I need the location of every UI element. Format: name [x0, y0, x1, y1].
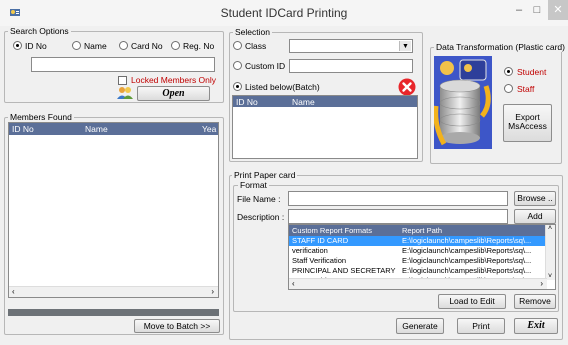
minimize-button[interactable]: –	[510, 0, 528, 20]
scroll-down-icon[interactable]: ˅	[548, 273, 552, 280]
scroll-up-icon[interactable]: ˄	[548, 225, 552, 232]
report-row[interactable]: STAFF ID CARD E:\logiclaunch\campeslib\Re…	[289, 236, 547, 246]
search-label-card-no: Card No	[131, 41, 163, 51]
members-found-legend: Members Found	[8, 112, 74, 122]
window-title: Student IDCard Printing	[220, 6, 348, 20]
delete-batch-icon[interactable]	[398, 78, 416, 96]
format-legend: Format	[238, 180, 269, 190]
report-path: E:\logiclaunch\campeslib\Reports\sq\...	[402, 246, 532, 255]
search-radio-name[interactable]	[72, 41, 81, 50]
report-format-name: PRINCIPAL AND SECRETARY	[292, 266, 396, 275]
chevron-down-icon[interactable]: ▼	[399, 41, 411, 51]
batch-list[interactable]: ID No Name	[232, 95, 418, 159]
report-row[interactable]: verification E:\logiclaunch\campeslib\Rep…	[289, 246, 547, 256]
members-col-name: Name	[85, 124, 108, 134]
selection-radio-class[interactable]	[233, 41, 242, 50]
print-paper-card-legend: Print Paper card	[232, 170, 298, 180]
search-radio-id-no[interactable]	[13, 41, 22, 50]
report-scroll-right-icon[interactable]: ›	[540, 279, 543, 288]
report-table-header: Custom Report Formats Report Path	[289, 225, 547, 236]
print-button[interactable]: Print	[457, 318, 505, 334]
report-path: E:\logiclaunch\campeslib\Reports\sq\...	[402, 236, 532, 245]
remove-button[interactable]: Remove	[514, 294, 556, 309]
report-col-format: Custom Report Formats	[292, 226, 373, 235]
search-radio-card-no[interactable]	[119, 41, 128, 50]
open-button[interactable]: Open	[137, 86, 210, 101]
report-path: E:\logiclaunch\campeslib\Reports\sq\...	[402, 266, 532, 275]
search-label-name: Name	[84, 41, 107, 51]
members-status-strip	[8, 309, 219, 316]
close-button[interactable]: ✕	[548, 0, 568, 20]
search-radio-reg-no[interactable]	[171, 41, 180, 50]
report-format-name: Staff Verification	[292, 256, 347, 265]
batch-col-name: Name	[292, 97, 315, 107]
scroll-left-icon[interactable]: ‹	[12, 287, 15, 296]
batch-col-id-no: ID No	[236, 97, 258, 107]
locked-members-checkbox[interactable]	[118, 76, 127, 85]
maximize-button[interactable]: □	[528, 0, 546, 20]
members-list[interactable]: ID No Name Yea ‹ ›	[8, 122, 219, 298]
report-format-name: verification	[292, 246, 328, 255]
database-transfer-icon	[434, 56, 492, 149]
search-input[interactable]	[31, 57, 215, 72]
report-path: E:\logiclaunch\campeslib\Reports\sq\...	[402, 256, 532, 265]
file-name-label: File Name :	[237, 194, 281, 204]
transform-radio-student[interactable]	[504, 67, 513, 76]
selection-legend: Selection	[233, 27, 272, 37]
report-col-path: Report Path	[402, 226, 443, 235]
transform-radio-staff[interactable]	[504, 84, 513, 93]
selection-label-custom-id: Custom ID	[245, 61, 286, 71]
export-label-line2: MsAccess	[508, 121, 547, 131]
data-transformation-legend: Data Transformation (Plastic card)	[434, 42, 567, 52]
search-label-id-no: ID No	[25, 41, 47, 51]
idcard-window: Student IDCard Printing – □ ✕ Search Opt…	[0, 0, 568, 345]
search-options-legend: Search Options	[8, 26, 71, 36]
report-scroll-left-icon[interactable]: ‹	[292, 279, 295, 288]
move-to-batch-button[interactable]: Move to Batch >>	[134, 319, 220, 333]
report-rows: STAFF ID CARD E:\logiclaunch\campeslib\Re…	[289, 236, 547, 279]
report-formats-table[interactable]: Custom Report Formats Report Path STAFF …	[288, 224, 556, 290]
transform-label-staff: Staff	[517, 84, 535, 94]
locked-members-label: Locked Members Only	[131, 75, 217, 85]
browse-button[interactable]: Browse ..	[514, 191, 556, 206]
scroll-right-icon[interactable]: ›	[211, 287, 214, 296]
title-bar: Student IDCard Printing – □ ✕	[0, 0, 568, 26]
export-msaccess-button[interactable]: Export MsAccess	[503, 104, 552, 142]
exit-button[interactable]: Exit	[514, 318, 558, 334]
report-vscrollbar[interactable]: ˄ ˅	[545, 225, 555, 280]
report-hscrollbar[interactable]: ‹ ›	[289, 278, 547, 289]
members-list-header: ID No Name Yea	[9, 123, 218, 135]
description-input[interactable]	[288, 209, 508, 224]
transform-label-student: Student	[517, 67, 547, 77]
members-col-year: Yea	[202, 124, 217, 134]
report-row[interactable]: Staff Verification E:\logiclaunch\campesl…	[289, 256, 547, 266]
custom-id-input[interactable]	[289, 59, 413, 73]
selection-label-listed-batch: Listed below(Batch)	[245, 82, 320, 92]
search-label-reg-no: Reg. No	[183, 41, 215, 51]
load-to-edit-button[interactable]: Load to Edit	[438, 294, 506, 309]
report-format-name: STAFF ID CARD	[292, 236, 349, 245]
add-button[interactable]: Add	[514, 209, 556, 224]
class-dropdown[interactable]: ▼	[289, 39, 413, 53]
members-col-id-no: ID No	[12, 124, 34, 134]
selection-radio-listed-batch[interactable]	[233, 82, 242, 91]
file-name-input[interactable]	[288, 191, 508, 206]
batch-list-header: ID No Name	[233, 96, 417, 107]
generate-button[interactable]: Generate	[396, 318, 444, 334]
members-icon	[117, 87, 133, 99]
selection-label-class: Class	[245, 41, 267, 51]
selection-radio-custom-id[interactable]	[233, 61, 242, 70]
description-label: Description :	[237, 212, 285, 222]
members-hscrollbar[interactable]: ‹ ›	[9, 286, 218, 297]
report-row[interactable]: PRINCIPAL AND SECRETARY E:\logiclaunch\ca…	[289, 266, 547, 276]
